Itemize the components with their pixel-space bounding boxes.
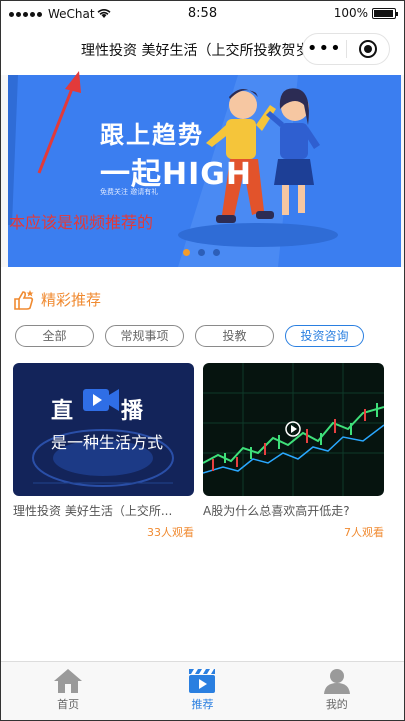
- thumb-title-1: 直: [51, 399, 74, 424]
- page-title: 理性投资 美好生活（上交所投教贺岁: [81, 43, 310, 59]
- section-title: 精彩推荐: [41, 291, 102, 309]
- home-icon: [54, 669, 83, 693]
- view-count: 7人观看: [344, 526, 384, 539]
- video-title[interactable]: A股为什么总喜欢高开低走?: [203, 502, 384, 519]
- user-icon: [323, 669, 350, 694]
- more-dots-icon[interactable]: •••: [303, 40, 346, 58]
- thumb-subtitle: 是一种生活方式: [51, 433, 164, 452]
- category-tags: 全部 常规事项 投教 投资咨询: [15, 325, 364, 347]
- carousel-dot[interactable]: [198, 249, 205, 256]
- tag-education[interactable]: 投教: [195, 325, 274, 347]
- nav-bar: 理性投资 美好生活（上交所投教贺岁 •••: [1, 27, 404, 75]
- carousel-dot[interactable]: [213, 249, 220, 256]
- video-card[interactable]: A股为什么总喜欢高开低走? 7人观看: [203, 363, 384, 540]
- featured-section: 精彩推荐 全部 常规事项 投教 投资咨询 直 播 是一种生活方式 理性投资 美好…: [1, 267, 404, 661]
- battery-status: 100%: [333, 6, 398, 20]
- tag-all[interactable]: 全部: [15, 325, 94, 347]
- battery-icon: [372, 7, 398, 19]
- target-close-icon[interactable]: [346, 40, 389, 58]
- tag-consulting[interactable]: 投资咨询: [285, 325, 364, 347]
- view-count: 33人观看: [147, 526, 194, 539]
- section-header: 精彩推荐: [13, 289, 101, 310]
- tab-profile[interactable]: 我的: [270, 662, 404, 720]
- carousel-dot[interactable]: [183, 249, 190, 256]
- tab-label: 推荐: [191, 698, 214, 711]
- video-thumbnail[interactable]: 直 播 是一种生活方式: [13, 363, 194, 496]
- banner-subline: 免费关注 邀请有礼: [100, 188, 159, 196]
- stock-chart-art: [203, 363, 384, 496]
- tab-label: 首页: [57, 698, 80, 711]
- tab-home[interactable]: 首页: [1, 662, 135, 720]
- tag-routine[interactable]: 常规事项: [105, 325, 184, 347]
- thumbs-up-icon: [14, 289, 34, 310]
- phone-screen: WeChat 8:58 100% 理性投资 美好生活（上交所投教贺岁 ••• 跟…: [0, 0, 405, 721]
- status-bar: WeChat 8:58 100%: [1, 1, 404, 27]
- banner-headline-1: 跟上趋势: [100, 121, 204, 149]
- thumb-title-2: 播: [121, 399, 144, 424]
- mini-program-capsule: •••: [302, 33, 390, 65]
- annotation-note: 本应该是视频推荐的: [9, 213, 154, 232]
- tab-recommend[interactable]: 推荐: [135, 662, 269, 720]
- bottom-tab-bar: 首页 推荐 我的: [1, 661, 404, 720]
- video-clapper-icon: [189, 669, 216, 693]
- video-title[interactable]: 理性投资 美好生活（上交所...: [13, 502, 194, 519]
- carousel-indicators[interactable]: [183, 249, 220, 256]
- video-thumbnail[interactable]: [203, 363, 384, 496]
- tab-label: 我的: [325, 698, 348, 711]
- video-card[interactable]: 直 播 是一种生活方式 理性投资 美好生活（上交所... 33人观看: [13, 363, 194, 540]
- banner-carousel[interactable]: 跟上趋势 一起HIGH 免费关注 邀请有礼: [8, 75, 401, 267]
- battery-percent: 100%: [333, 6, 368, 20]
